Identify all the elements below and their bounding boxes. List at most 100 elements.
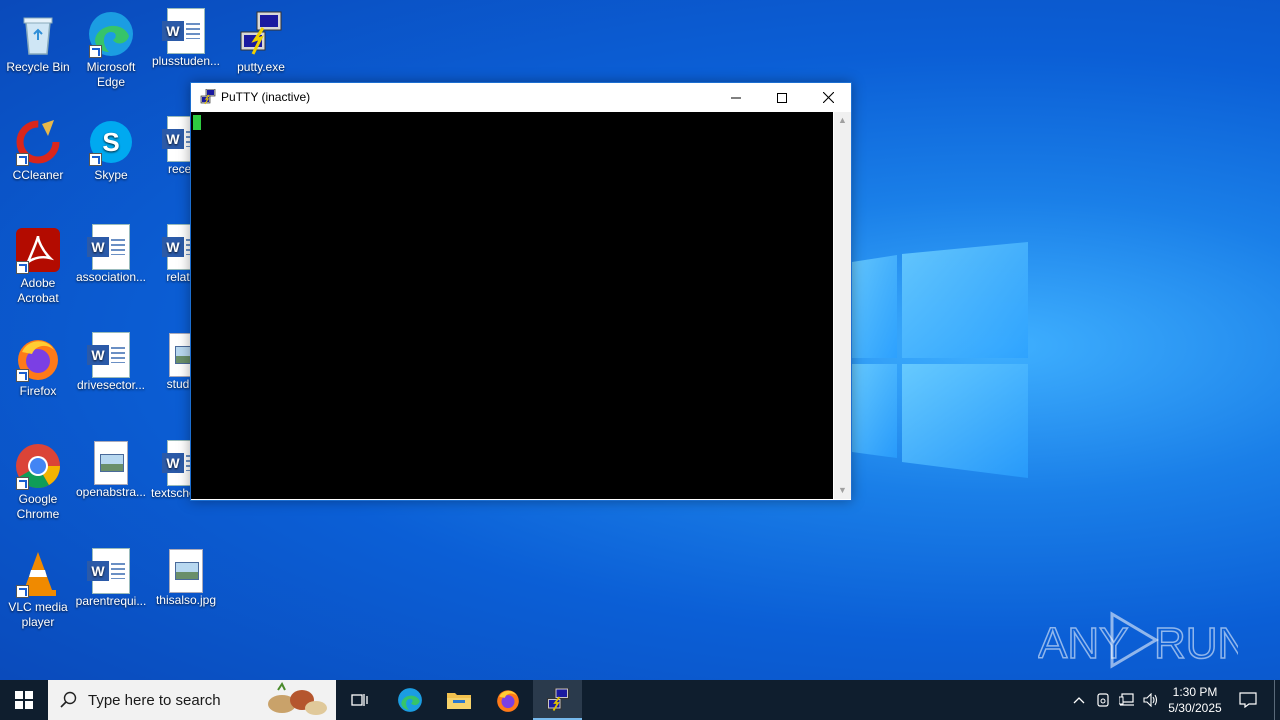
desktop-icon-label: Adobe Acrobat	[17, 276, 59, 305]
taskbar: Type here to search 1:30 PM 5/30/2025	[0, 680, 1280, 720]
terminal-cursor	[193, 115, 201, 130]
desktop-icon-label: Google Chrome	[16, 492, 60, 521]
chevron-up-icon	[1073, 697, 1085, 704]
firefox-icon	[497, 690, 519, 712]
desktop-icon-label: Firefox	[19, 384, 57, 398]
taskbar-search-box[interactable]: Type here to search	[48, 680, 336, 720]
maximize-button[interactable]	[759, 83, 805, 112]
desktop-icon-google-chrome[interactable]: Google Chrome	[0, 438, 76, 522]
putty-icon	[237, 10, 285, 58]
desktop-icon-label: CCleaner	[12, 168, 64, 182]
firefox-icon	[14, 334, 62, 382]
scroll-down-arrow-icon[interactable]: ▼	[834, 482, 851, 499]
desktop-icon-label: VLC media player	[8, 600, 68, 629]
recycle-bin-icon	[14, 10, 62, 58]
scroll-up-arrow-icon[interactable]: ▲	[834, 112, 851, 129]
edge-icon	[87, 10, 135, 58]
maximize-icon	[777, 92, 787, 103]
putty-icon	[200, 89, 216, 105]
desktop-icon-label: plusstuden...	[151, 54, 221, 68]
edge-icon	[398, 688, 422, 712]
desktop-icon-drivesector-doc[interactable]: W drivesector...	[73, 330, 149, 393]
tray-device-button[interactable]	[1092, 680, 1114, 720]
desktop-icon-parentrequi-doc[interactable]: W parentrequi...	[73, 546, 149, 609]
terminal-area[interactable]	[191, 112, 833, 499]
desktop-icon-ccleaner[interactable]: CCleaner	[0, 114, 76, 183]
show-hidden-icons-button[interactable]	[1068, 680, 1090, 720]
desktop-icon-vlc[interactable]: VLC media player	[0, 546, 76, 630]
clock-date: 5/30/2025	[1168, 701, 1222, 715]
putty-icon	[546, 688, 569, 711]
shortcut-arrow-icon	[16, 153, 29, 166]
taskbar-file-explorer-button[interactable]	[435, 680, 483, 720]
search-icon	[60, 691, 77, 708]
folder-icon	[447, 693, 471, 709]
windows-start-icon	[15, 691, 33, 709]
ccleaner-icon	[14, 118, 62, 166]
desktop-icon-association-doc[interactable]: W association...	[73, 222, 149, 285]
task-view-button[interactable]	[336, 680, 384, 720]
desktop-icon-skype[interactable]: S Skype	[73, 114, 149, 183]
desktop-icon-firefox[interactable]: Firefox	[0, 330, 76, 399]
tray-volume-button[interactable]	[1140, 680, 1162, 720]
shortcut-arrow-icon	[16, 369, 29, 382]
desktop-icon-label: parentrequi...	[75, 594, 147, 608]
close-button[interactable]	[805, 83, 851, 112]
volume-icon	[1143, 693, 1158, 707]
chrome-icon	[14, 442, 62, 490]
desktop-icon-plusstuden-doc[interactable]: W plusstuden...	[148, 6, 224, 69]
desktop-icon-label: Recycle Bin	[6, 60, 70, 74]
show-desktop-button[interactable]	[1274, 680, 1280, 720]
desktop-icon-openabstra-img[interactable]: openabstra...	[73, 438, 149, 500]
word-document-icon: W	[87, 548, 130, 594]
watermark-text-left: ANY	[1038, 619, 1128, 668]
image-file-icon	[94, 441, 128, 485]
putty-window[interactable]: PuTTY (inactive) ▲ ▼	[190, 82, 852, 501]
desktop-icon-label: association...	[75, 270, 147, 284]
vlc-cone-icon	[14, 550, 62, 598]
shortcut-arrow-icon	[89, 45, 102, 58]
device-icon	[1097, 693, 1109, 707]
image-file-icon	[169, 549, 203, 593]
desktop-icon-label: putty.exe	[237, 60, 285, 74]
taskbar-clock[interactable]: 1:30 PM 5/30/2025	[1160, 684, 1230, 716]
shortcut-arrow-icon	[89, 153, 102, 166]
task-view-icon	[351, 694, 368, 706]
word-document-icon: W	[87, 224, 130, 270]
desktop-icon-recycle-bin[interactable]: Recycle Bin	[0, 6, 76, 75]
desktop-icon-label: Microsoft Edge	[86, 60, 136, 89]
desktop-icon-thisalso-img[interactable]: thisalso.jpg	[148, 546, 224, 608]
search-highlight-potatoes-icon	[268, 682, 327, 715]
desktop-icon-label: drivesector...	[76, 378, 146, 392]
action-center-button[interactable]	[1232, 680, 1264, 720]
shortcut-arrow-icon	[16, 477, 29, 490]
desktop-icon-adobe-acrobat[interactable]: Adobe Acrobat	[0, 222, 76, 306]
taskbar-edge-button[interactable]	[386, 680, 434, 720]
word-document-icon: W	[162, 8, 205, 54]
window-titlebar[interactable]: PuTTY (inactive)	[191, 83, 851, 112]
skype-icon: S	[87, 118, 135, 166]
clock-time: 1:30 PM	[1172, 685, 1218, 699]
shortcut-arrow-icon	[16, 585, 29, 598]
minimize-button[interactable]	[713, 83, 759, 112]
tray-network-button[interactable]	[1116, 680, 1138, 720]
window-title: PuTTY (inactive)	[221, 90, 311, 104]
watermark-text-right: RUN	[1154, 619, 1238, 668]
network-icon	[1119, 693, 1134, 706]
desktop-icon-label: thisalso.jpg	[155, 593, 217, 607]
vertical-scrollbar[interactable]: ▲ ▼	[834, 112, 851, 499]
taskbar-putty-button[interactable]	[533, 680, 582, 720]
word-document-icon: W	[87, 332, 130, 378]
desktop-icon-microsoft-edge[interactable]: Microsoft Edge	[73, 6, 149, 90]
desktop-icon-label: Skype	[94, 168, 128, 182]
desktop-icon-label: openabstra...	[75, 485, 147, 499]
shortcut-arrow-icon	[16, 261, 29, 274]
search-placeholder: Type here to search	[88, 692, 221, 709]
svg-text:S: S	[102, 127, 119, 157]
desktop-icon-putty-exe[interactable]: putty.exe	[223, 6, 299, 75]
taskbar-firefox-button[interactable]	[484, 680, 532, 720]
start-button[interactable]	[0, 680, 48, 720]
adobe-acrobat-icon	[14, 226, 62, 274]
close-icon	[822, 92, 834, 103]
minimize-icon	[731, 97, 741, 98]
